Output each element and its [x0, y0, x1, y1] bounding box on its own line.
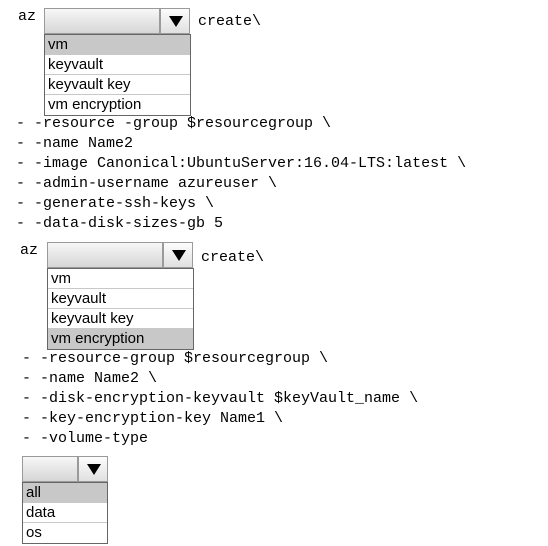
dropdown-option[interactable]: keyvault key: [45, 75, 190, 95]
param-line: - -generate-ssh-keys \: [16, 195, 215, 212]
create-suffix-1: create\: [198, 13, 262, 30]
param-line: - -image Canonical:UbuntuServer:16.04-LT…: [16, 155, 467, 172]
params-block-2: - -resource-group $resourcegroup \ - -nam…: [22, 349, 418, 449]
dropdown-field[interactable]: [47, 242, 163, 268]
dropdown-toggle-button[interactable]: [78, 456, 108, 482]
volume-type-dropdown[interactable]: [22, 456, 108, 482]
param-line: - -data-disk-sizes-gb 5: [16, 215, 224, 232]
az-prefix-1: az: [18, 8, 37, 25]
dropdown-option[interactable]: data: [23, 503, 107, 523]
dropdown-option[interactable]: keyvault: [48, 289, 193, 309]
param-line: - -volume-type: [22, 430, 149, 447]
param-line: - -admin-username azureuser \: [16, 175, 278, 192]
az-prefix-2: az: [20, 242, 39, 259]
dropdown-option[interactable]: keyvault: [45, 55, 190, 75]
triangle-down-icon: [169, 16, 183, 27]
command-dropdown-2[interactable]: [47, 242, 197, 268]
params-block-1: - -resource -group $resourcegroup \ - -na…: [16, 114, 466, 234]
dropdown-options-2: vm keyvault keyvault key vm encryption: [47, 268, 194, 350]
dropdown-option[interactable]: os: [23, 523, 107, 543]
command-dropdown-1[interactable]: [44, 8, 194, 34]
dropdown-toggle-button[interactable]: [160, 8, 190, 34]
dropdown-options-3: all data os: [22, 482, 108, 544]
triangle-down-icon: [87, 464, 101, 475]
param-line: - -name Name2 \: [22, 370, 158, 387]
dropdown-option[interactable]: vm encryption: [45, 95, 190, 115]
param-line: - -name Name2: [16, 135, 134, 152]
create-suffix-2: create\: [201, 249, 265, 266]
triangle-down-icon: [172, 250, 186, 261]
dropdown-option[interactable]: keyvault key: [48, 309, 193, 329]
param-line: - -key-encryption-key Name1 \: [22, 410, 284, 427]
dropdown-option[interactable]: vm: [48, 269, 193, 289]
param-line: - -resource -group $resourcegroup \: [16, 115, 332, 132]
dropdown-option[interactable]: vm: [45, 35, 190, 55]
dropdown-field[interactable]: [22, 456, 78, 482]
param-line: - -disk-encryption-keyvault $keyVault_na…: [22, 390, 419, 407]
dropdown-option[interactable]: all: [23, 483, 107, 503]
dropdown-options-1: vm keyvault keyvault key vm encryption: [44, 34, 191, 116]
dropdown-option[interactable]: vm encryption: [48, 329, 193, 349]
dropdown-toggle-button[interactable]: [163, 242, 193, 268]
dropdown-field[interactable]: [44, 8, 160, 34]
param-line: - -resource-group $resourcegroup \: [22, 350, 329, 367]
